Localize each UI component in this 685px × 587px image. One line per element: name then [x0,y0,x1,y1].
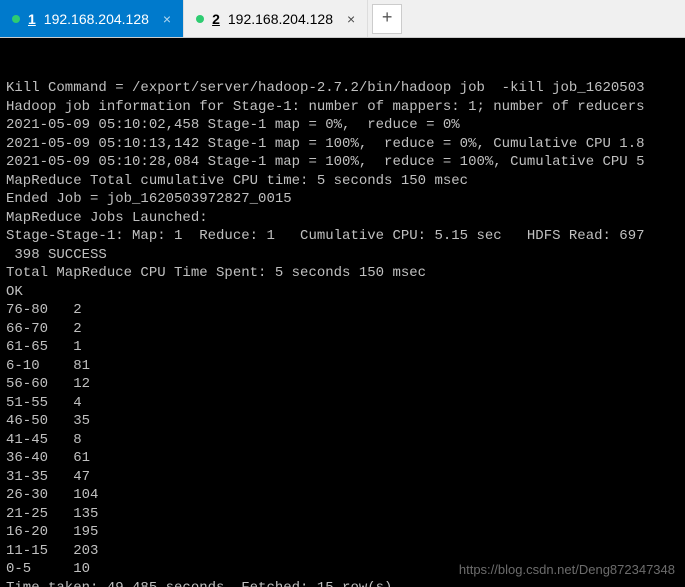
tab-number: 1 [28,11,36,27]
terminal-line: 61-65 1 [6,338,679,357]
terminal-line: Stage-Stage-1: Map: 1 Reduce: 1 Cumulati… [6,227,679,246]
terminal-line: Total MapReduce CPU Time Spent: 5 second… [6,264,679,283]
terminal-line: 46-50 35 [6,412,679,431]
terminal-line: 31-35 47 [6,468,679,487]
terminal-line: Hadoop job information for Stage-1: numb… [6,98,679,117]
terminal-line: 21-25 135 [6,505,679,524]
terminal-line: 16-20 195 [6,523,679,542]
tab-inactive[interactable]: 2 192.168.204.128 × [184,0,368,37]
new-tab-button[interactable]: + [372,4,402,34]
terminal-line: 2021-05-09 05:10:28,084 Stage-1 map = 10… [6,153,679,172]
watermark: https://blog.csdn.net/Deng872347348 [459,561,675,580]
tab-bar: 1 192.168.204.128 × 2 192.168.204.128 × … [0,0,685,38]
terminal-line: 26-30 104 [6,486,679,505]
close-icon[interactable]: × [163,11,171,27]
close-icon[interactable]: × [347,11,355,27]
plus-icon: + [382,9,393,29]
terminal-line: Time taken: 49.485 seconds, Fetched: 15 … [6,579,679,587]
terminal-line: 51-55 4 [6,394,679,413]
terminal-line: 66-70 2 [6,320,679,339]
terminal-line: MapReduce Jobs Launched: [6,209,679,228]
terminal-line: Ended Job = job_1620503972827_0015 [6,190,679,209]
terminal-line: 398 SUCCESS [6,246,679,265]
terminal-line: MapReduce Total cumulative CPU time: 5 s… [6,172,679,191]
terminal-lines: Kill Command = /export/server/hadoop-2.7… [6,79,679,587]
terminal-line: 36-40 61 [6,449,679,468]
terminal-line: OK [6,283,679,302]
status-dot-icon [12,15,20,23]
terminal-line: Kill Command = /export/server/hadoop-2.7… [6,79,679,98]
terminal-line: 76-80 2 [6,301,679,320]
terminal-line: 41-45 8 [6,431,679,450]
status-dot-icon [196,15,204,23]
tab-label: 192.168.204.128 [44,11,149,27]
terminal-line: 56-60 12 [6,375,679,394]
terminal-line: 2021-05-09 05:10:13,142 Stage-1 map = 10… [6,135,679,154]
tab-active[interactable]: 1 192.168.204.128 × [0,0,184,37]
terminal-line: 6-10 81 [6,357,679,376]
tab-number: 2 [212,11,220,27]
terminal-line: 11-15 203 [6,542,679,561]
terminal-line: 2021-05-09 05:10:02,458 Stage-1 map = 0%… [6,116,679,135]
terminal-output[interactable]: Kill Command = /export/server/hadoop-2.7… [0,38,685,587]
tab-label: 192.168.204.128 [228,11,333,27]
